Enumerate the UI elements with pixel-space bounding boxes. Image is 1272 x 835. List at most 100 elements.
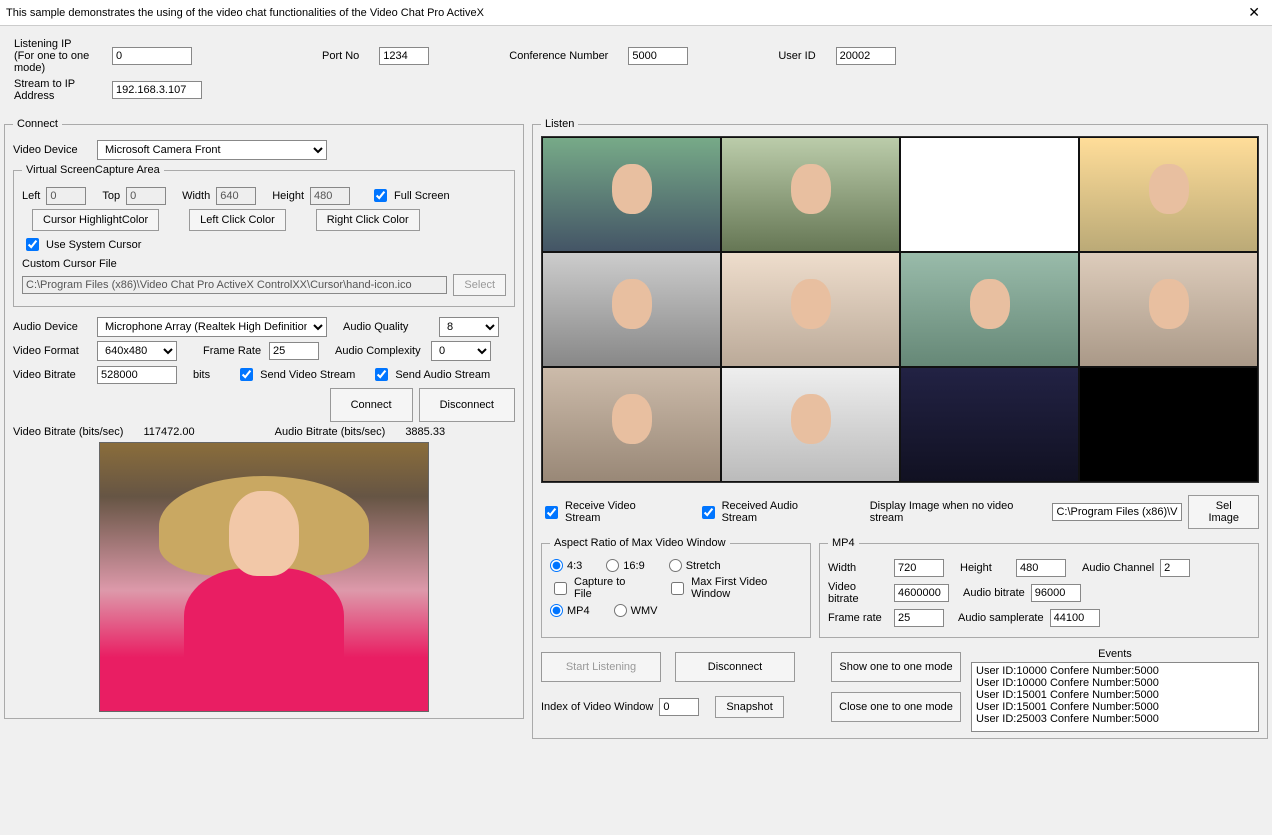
portno-input[interactable] — [379, 47, 429, 65]
close-icon[interactable]: ✕ — [1242, 4, 1266, 21]
ratio-43-radio[interactable] — [550, 559, 563, 572]
framerate-input[interactable] — [269, 342, 319, 360]
userid-input[interactable] — [836, 47, 896, 65]
cursor-highlight-button[interactable]: Cursor HighlightColor — [32, 209, 159, 231]
abr-stat-value: 3885.33 — [405, 426, 445, 438]
audio-quality-select[interactable]: 8 — [439, 317, 499, 337]
audio-device-label: Audio Device — [13, 321, 91, 333]
recv-video-label: Receive Video Stream — [565, 500, 672, 524]
mp4-legend: MP4 — [828, 537, 859, 549]
leftclick-color-button[interactable]: Left Click Color — [189, 209, 286, 231]
connect-legend: Connect — [13, 118, 62, 130]
listening-ip-input[interactable] — [112, 47, 192, 65]
events-listbox[interactable]: User ID:10000 Confere Number:5000User ID… — [971, 662, 1259, 732]
start-listening-button: Start Listening — [541, 652, 661, 682]
disconnect-button[interactable]: Disconnect — [419, 388, 515, 422]
display-img-path[interactable] — [1052, 503, 1182, 521]
video-tile[interactable] — [542, 367, 721, 482]
mp4-height-input[interactable] — [1016, 559, 1066, 577]
audio-complexity-select[interactable]: 0 — [431, 341, 491, 361]
rightclick-color-button[interactable]: Right Click Color — [316, 209, 420, 231]
display-img-label: Display Image when no video stream — [870, 500, 1047, 524]
send-audio-checkbox[interactable] — [375, 368, 388, 381]
fmt-wmv-radio[interactable] — [614, 604, 627, 617]
mp4-audioch-input[interactable] — [1160, 559, 1190, 577]
recv-video-checkbox[interactable] — [545, 506, 558, 519]
audio-quality-label: Audio Quality — [343, 321, 433, 333]
recv-audio-checkbox[interactable] — [702, 506, 715, 519]
ratio-169-radio[interactable] — [606, 559, 619, 572]
vbr-stat-value: 117472.00 — [143, 426, 194, 438]
video-tile[interactable] — [900, 252, 1079, 367]
vsca-height-label: Height — [272, 190, 304, 202]
video-tile[interactable] — [1079, 252, 1258, 367]
event-row[interactable]: User ID:25003 Confere Number:5000 — [976, 713, 1254, 725]
listening-ip-label: Listening IP (For one to one mode) — [14, 38, 92, 74]
send-video-label: Send Video Stream — [260, 369, 355, 381]
listen-legend: Listen — [541, 118, 578, 130]
video-tile[interactable] — [900, 137, 1079, 252]
ratio-169-label: 16:9 — [623, 560, 644, 572]
event-row[interactable]: User ID:10000 Confere Number:5000 — [976, 665, 1254, 677]
abr-stat-label: Audio Bitrate (bits/sec) — [275, 426, 386, 438]
custom-cursor-path — [22, 276, 447, 294]
video-bitrate-input[interactable] — [97, 366, 177, 384]
max-first-checkbox[interactable] — [671, 582, 684, 595]
vsca-group: Virtual ScreenCapture Area Left Top Widt… — [13, 164, 515, 307]
mp4-width-input[interactable] — [894, 559, 944, 577]
fmt-wmv-label: WMV — [631, 605, 658, 617]
use-system-cursor-checkbox[interactable] — [26, 238, 39, 251]
video-grid — [541, 136, 1259, 483]
local-video-preview — [99, 442, 429, 712]
mp4-abitrate-label: Audio bitrate — [963, 587, 1025, 599]
mp4-vbitrate-input[interactable] — [894, 584, 949, 602]
video-device-select[interactable]: Microsoft Camera Front — [97, 140, 327, 160]
video-tile[interactable] — [1079, 137, 1258, 252]
close-one-to-one-button[interactable]: Close one to one mode — [831, 692, 961, 722]
vsca-legend: Virtual ScreenCapture Area — [22, 164, 164, 176]
fmt-mp4-radio[interactable] — [550, 604, 563, 617]
snapshot-button[interactable]: Snapshot — [715, 696, 783, 718]
mp4-abitrate-input[interactable] — [1031, 584, 1081, 602]
max-first-label: Max First Video Window — [691, 576, 802, 600]
show-one-to-one-button[interactable]: Show one to one mode — [831, 652, 961, 682]
send-video-checkbox[interactable] — [240, 368, 253, 381]
event-row[interactable]: User ID:10000 Confere Number:5000 — [976, 677, 1254, 689]
fullscreen-checkbox[interactable] — [374, 189, 387, 202]
mp4-audioch-label: Audio Channel — [1082, 562, 1154, 574]
portno-label: Port No — [322, 50, 359, 62]
confnum-input[interactable] — [628, 47, 688, 65]
streamtoip-input[interactable] — [112, 81, 202, 99]
index-window-input[interactable] — [659, 698, 699, 716]
audio-device-select[interactable]: Microphone Array (Realtek High Definitio… — [97, 317, 327, 337]
event-row[interactable]: User ID:15001 Confere Number:5000 — [976, 689, 1254, 701]
mp4-samplerate-input[interactable] — [1050, 609, 1100, 627]
video-tile[interactable] — [900, 367, 1079, 482]
capture-to-file-checkbox[interactable] — [554, 582, 567, 595]
sel-image-button[interactable]: Sel Image — [1188, 495, 1259, 529]
fullscreen-label: Full Screen — [394, 190, 450, 202]
capture-to-file-label: Capture to File — [574, 576, 641, 600]
use-system-cursor-label: Use System Cursor — [46, 239, 141, 251]
event-row[interactable]: User ID:15001 Confere Number:5000 — [976, 701, 1254, 713]
window-title: This sample demonstrates the using of th… — [6, 7, 484, 19]
mp4-framerate-input[interactable] — [894, 609, 944, 627]
streamtoip-label: Stream to IP Address — [14, 78, 92, 102]
video-tile[interactable] — [721, 137, 900, 252]
connect-group: Connect Video Device Microsoft Camera Fr… — [4, 118, 524, 719]
video-format-select[interactable]: 640x480 — [97, 341, 177, 361]
video-tile[interactable] — [542, 252, 721, 367]
events-label: Events — [1098, 648, 1132, 660]
confnum-label: Conference Number — [509, 50, 608, 62]
framerate-label: Frame Rate — [203, 345, 263, 357]
listen-disconnect-button[interactable]: Disconnect — [675, 652, 795, 682]
ratio-stretch-radio[interactable] — [669, 559, 682, 572]
connect-button[interactable]: Connect — [330, 388, 413, 422]
audio-complexity-label: Audio Complexity — [335, 345, 425, 357]
video-tile[interactable] — [721, 252, 900, 367]
video-tile[interactable] — [1079, 367, 1258, 482]
mp4-height-label: Height — [960, 562, 1010, 574]
ratio-43-label: 4:3 — [567, 560, 582, 572]
video-tile[interactable] — [542, 137, 721, 252]
video-tile[interactable] — [721, 367, 900, 482]
